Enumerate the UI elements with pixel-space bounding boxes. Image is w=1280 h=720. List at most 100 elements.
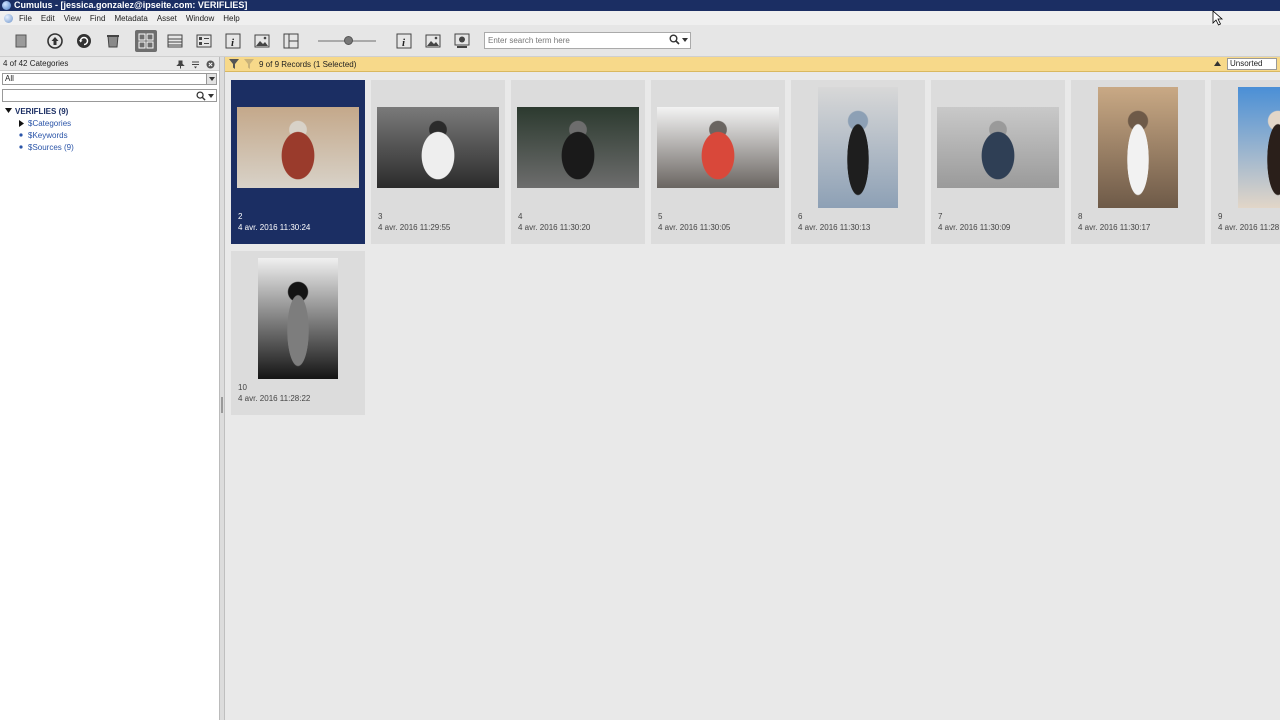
document-icon[interactable] xyxy=(4,13,13,23)
record-thumbnail[interactable] xyxy=(258,258,338,379)
record-card[interactable]: 2 4 avr. 2016 11:30:24 xyxy=(231,80,365,244)
record-id: 3 xyxy=(378,212,383,221)
record-id: 7 xyxy=(938,212,943,221)
menu-asset[interactable]: Asset xyxy=(157,14,177,23)
category-search-field[interactable] xyxy=(2,89,217,102)
image-pane-button[interactable] xyxy=(422,30,444,52)
splitter-grip[interactable] xyxy=(221,397,223,413)
filter-icon[interactable] xyxy=(228,58,240,70)
tree-item-label: $Keywords xyxy=(28,130,68,140)
image-pane-icon xyxy=(425,34,441,48)
record-date: 4 avr. 2016 11:28:54 xyxy=(1218,223,1280,232)
thumbnail-view-icon xyxy=(138,33,154,49)
search-input[interactable] xyxy=(488,36,666,45)
new-record-icon xyxy=(15,34,27,48)
menu-icon[interactable] xyxy=(190,59,200,69)
record-date: 4 avr. 2016 11:30:20 xyxy=(518,223,591,232)
chevron-down-icon[interactable] xyxy=(206,74,216,84)
menu-edit[interactable]: Edit xyxy=(41,14,55,23)
search-icon[interactable] xyxy=(196,91,206,101)
svg-text:i: i xyxy=(402,37,406,49)
tree-item-label: $Categories xyxy=(28,118,72,128)
zoom-slider[interactable] xyxy=(318,36,376,45)
trash-button[interactable] xyxy=(102,30,124,52)
record-card[interactable]: 7 4 avr. 2016 11:30:09 xyxy=(931,80,1065,244)
app-icon xyxy=(2,1,11,10)
bullet-icon xyxy=(17,143,25,151)
tree-item-categories[interactable]: $Categories xyxy=(0,117,219,129)
panel-button[interactable] xyxy=(280,30,302,52)
sort-direction-icon[interactable] xyxy=(1212,59,1222,69)
preview-button[interactable] xyxy=(251,30,273,52)
record-card[interactable]: 5 4 avr. 2016 11:30:05 xyxy=(651,80,785,244)
record-thumbnail[interactable] xyxy=(818,87,898,208)
record-thumbnail[interactable] xyxy=(657,107,779,188)
record-thumbnail[interactable] xyxy=(937,107,1059,188)
record-thumbnail[interactable] xyxy=(237,107,359,188)
details-view-icon xyxy=(196,34,212,48)
mouse-cursor-icon xyxy=(1212,10,1224,26)
record-thumbnail[interactable] xyxy=(377,107,499,188)
menu-view[interactable]: View xyxy=(64,14,81,23)
record-date: 4 avr. 2016 11:30:17 xyxy=(1078,223,1151,232)
chevron-down-icon[interactable] xyxy=(682,37,688,43)
info-button[interactable]: i xyxy=(222,30,244,52)
record-id: 5 xyxy=(658,212,663,221)
panel-icon xyxy=(283,33,299,49)
record-id: 6 xyxy=(798,212,803,221)
record-id: 4 xyxy=(518,212,523,221)
category-filter-select[interactable]: All xyxy=(2,73,217,85)
zoom-slider-knob[interactable] xyxy=(344,36,353,45)
tree-item-veriflies[interactable]: VERIFLIES (9) xyxy=(0,105,219,117)
record-card[interactable]: 3 4 avr. 2016 11:29:55 xyxy=(371,80,505,244)
record-card[interactable]: 9 4 avr. 2016 11:28:54 xyxy=(1211,80,1280,244)
bullet-icon xyxy=(17,131,25,139)
chevron-down-icon[interactable] xyxy=(208,93,214,99)
search-icon[interactable] xyxy=(669,34,680,45)
record-date: 4 avr. 2016 11:29:55 xyxy=(378,223,451,232)
menu-help[interactable]: Help xyxy=(223,14,239,23)
record-id: 9 xyxy=(1218,212,1223,221)
tree-item-label: $Sources (9) xyxy=(28,142,74,152)
record-card[interactable]: 8 4 avr. 2016 11:30:17 xyxy=(1071,80,1205,244)
record-thumbnail[interactable] xyxy=(517,107,639,188)
record-thumbnail[interactable] xyxy=(1238,87,1280,208)
menu-window[interactable]: Window xyxy=(186,14,214,23)
menu-metadata[interactable]: Metadata xyxy=(114,14,147,23)
tree-item-keywords[interactable]: $Keywords xyxy=(0,129,219,141)
records-count: 9 of 9 Records (1 Selected) xyxy=(259,59,357,69)
record-card[interactable]: 6 4 avr. 2016 11:30:13 xyxy=(791,80,925,244)
upload-button[interactable] xyxy=(44,30,66,52)
refresh-icon xyxy=(77,34,91,48)
record-date: 4 avr. 2016 11:30:13 xyxy=(798,223,871,232)
preview-pane-button[interactable] xyxy=(451,30,473,52)
thumbnail-view-button[interactable] xyxy=(135,30,157,52)
record-id: 8 xyxy=(1078,212,1083,221)
refresh-button[interactable] xyxy=(73,30,95,52)
window-title: Cumulus - [jessica.gonzalez@ipseite.com:… xyxy=(14,0,248,10)
search-box xyxy=(484,32,691,49)
record-card[interactable]: 4 4 avr. 2016 11:30:20 xyxy=(511,80,645,244)
close-icon[interactable] xyxy=(205,59,215,69)
expanded-triangle-icon[interactable] xyxy=(4,107,12,115)
record-card[interactable]: 10 4 avr. 2016 11:28:22 xyxy=(231,251,365,415)
pin-icon[interactable] xyxy=(175,59,185,69)
categories-header: 4 of 42 Categories xyxy=(0,57,219,71)
details-view-button[interactable] xyxy=(193,30,215,52)
menu-find[interactable]: Find xyxy=(90,14,106,23)
menu-file[interactable]: File xyxy=(19,14,32,23)
preview-icon xyxy=(254,34,270,48)
list-view-icon xyxy=(167,34,183,48)
record-date: 4 avr. 2016 11:28:22 xyxy=(238,394,311,403)
tree-item-sources[interactable]: $Sources (9) xyxy=(0,141,219,153)
trash-icon xyxy=(107,35,119,48)
new-record-button[interactable] xyxy=(10,30,32,52)
collapsed-triangle-icon[interactable] xyxy=(17,119,25,127)
filter-clear-icon[interactable] xyxy=(243,58,255,70)
preview-pane-icon xyxy=(454,33,470,48)
record-thumbnail[interactable] xyxy=(1098,87,1178,208)
sort-select[interactable]: Unsorted xyxy=(1227,58,1277,70)
info-pane-button[interactable]: i xyxy=(393,30,415,52)
list-view-button[interactable] xyxy=(164,30,186,52)
record-id: 10 xyxy=(238,383,247,392)
